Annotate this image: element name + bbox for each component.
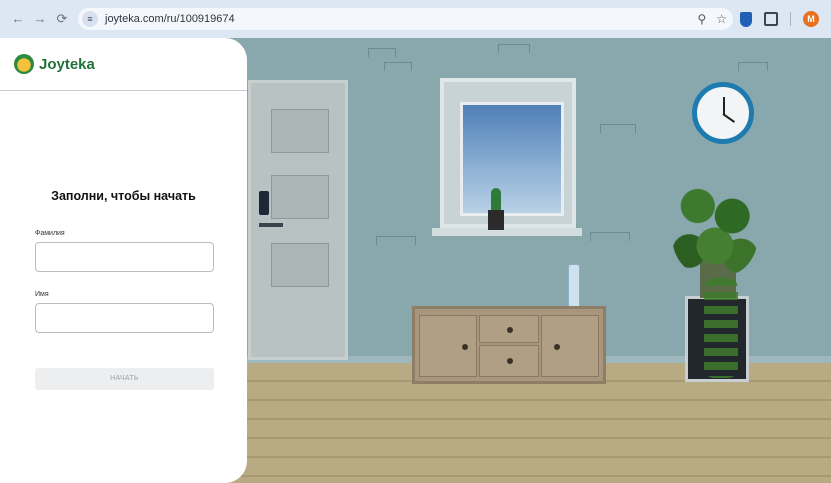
login-panel: Joyteka Заполни, чтобы начать Фамилия Им…: [0, 38, 247, 483]
cabinet-door: [541, 315, 599, 377]
wall-brick: [600, 124, 636, 133]
address-bar[interactable]: ≡ joyteka.com/ru/100919674 ⚲ ☆: [78, 8, 733, 30]
profile-avatar[interactable]: M: [803, 11, 819, 27]
cabinet-knob: [462, 344, 468, 350]
site-info-icon[interactable]: ≡: [82, 11, 98, 27]
door-panel: [271, 243, 329, 287]
door-panel: [271, 109, 329, 153]
zoom-icon[interactable]: ⚲: [697, 11, 706, 27]
lightbulb-logo-icon: [14, 54, 34, 74]
surname-input[interactable]: [35, 242, 214, 272]
name-input[interactable]: [35, 303, 214, 333]
cabinet-knob: [507, 358, 513, 364]
wall-brick: [590, 232, 630, 241]
bookmark-star-icon[interactable]: ☆: [716, 11, 727, 27]
logo: Joyteka: [14, 54, 95, 74]
wall-brick: [498, 44, 530, 53]
door-handle: [259, 223, 283, 227]
wall-brick: [738, 62, 768, 71]
window-glass: [460, 102, 564, 216]
hanging-vine: [704, 278, 738, 378]
cactus: [491, 188, 501, 212]
header-divider: [0, 90, 247, 91]
water-bottle: [568, 264, 580, 308]
extensions-puzzle-icon[interactable]: [764, 12, 778, 26]
wall-brick: [368, 48, 396, 57]
name-label: Имя: [35, 291, 49, 298]
toolbar-divider: [790, 12, 791, 26]
cactus-pot: [488, 210, 504, 230]
shield-extension-icon[interactable]: [740, 11, 752, 27]
start-button[interactable]: НАЧАТЬ: [35, 368, 214, 390]
forward-arrow-icon[interactable]: →: [32, 11, 48, 27]
door: [248, 80, 348, 360]
cabinet-drawer: [479, 345, 539, 377]
plant-leaves: [672, 176, 758, 276]
wall-brick: [384, 62, 412, 71]
window-sill: [432, 228, 582, 236]
window: [440, 78, 576, 228]
clock-hand: [722, 113, 736, 123]
url-text[interactable]: joyteka.com/ru/100919674: [105, 13, 235, 25]
door-lock: [259, 191, 269, 215]
cabinet-drawer: [479, 315, 539, 343]
form-title: Заполни, чтобы начать: [51, 189, 196, 203]
logo-text: Joyteka: [39, 55, 95, 73]
cabinet-knob: [507, 327, 513, 333]
cabinet-door: [419, 315, 477, 377]
door-panel: [271, 175, 329, 219]
browser-toolbar: ← → ⟳ ≡ joyteka.com/ru/100919674 ⚲ ☆ M ⋮: [0, 0, 831, 38]
cabinet: [412, 306, 606, 384]
cabinet-knob: [554, 344, 560, 350]
surname-label: Фамилия: [35, 230, 65, 237]
reload-icon[interactable]: ⟳: [54, 11, 70, 27]
wall-clock: [692, 82, 754, 144]
wall-brick: [376, 236, 416, 245]
back-arrow-icon[interactable]: ←: [10, 11, 26, 27]
